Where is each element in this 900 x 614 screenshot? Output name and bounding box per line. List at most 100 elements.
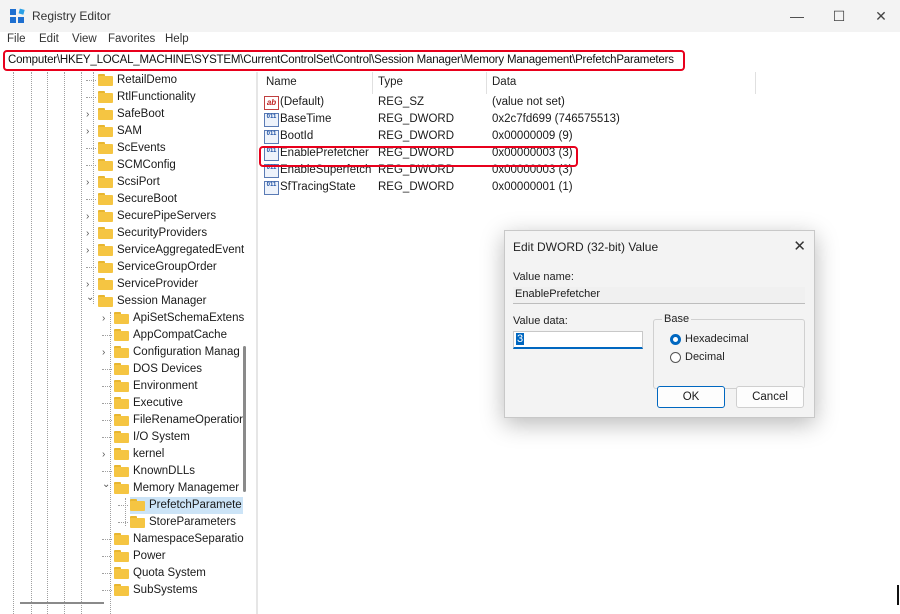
folder-icon	[98, 159, 113, 171]
tree-item-label: SAM	[117, 125, 142, 137]
tree-item[interactable]: › ServiceAggregatedEvent	[0, 242, 244, 259]
tree-item[interactable]: RtlFunctionality	[0, 89, 243, 106]
folder-icon	[114, 533, 129, 545]
cancel-button[interactable]: Cancel	[736, 386, 804, 408]
tree-item-label: Memory Managemer	[133, 482, 240, 494]
chevron-right-icon[interactable]: ›	[86, 109, 96, 120]
tree-item[interactable]: Quota System	[0, 565, 243, 582]
chevron-right-icon[interactable]: ›	[86, 177, 96, 188]
column-header-name[interactable]: Name	[266, 76, 297, 88]
tree-item[interactable]: Executive	[0, 395, 243, 412]
folder-icon	[114, 567, 129, 579]
chevron-right-icon[interactable]: ›	[86, 211, 96, 222]
column-divider[interactable]	[486, 72, 487, 94]
tree-item[interactable]: SecureBoot	[0, 191, 243, 208]
tree-item[interactable]: › Configuration Manag	[0, 344, 243, 361]
dword-value-icon: 011	[264, 113, 279, 127]
tree-connector	[102, 403, 112, 404]
folder-icon	[114, 346, 129, 358]
value-data: (value not set)	[492, 96, 565, 108]
tree-item-label: SubSystems	[133, 584, 198, 596]
value-data-input[interactable]: 3	[513, 331, 643, 349]
ok-button[interactable]: OK	[657, 386, 725, 408]
tree-connector	[102, 556, 112, 557]
chevron-right-icon[interactable]: ›	[86, 279, 96, 290]
tree-item[interactable]: ServiceGroupOrder	[0, 259, 243, 276]
chevron-down-icon[interactable]: ⌄	[86, 292, 96, 303]
chevron-right-icon[interactable]: ›	[102, 313, 112, 324]
tree-connector	[86, 267, 96, 268]
tree-vertical-scrollbar[interactable]	[243, 346, 246, 492]
chevron-right-icon[interactable]: ›	[102, 347, 112, 358]
menu-help[interactable]: Help	[165, 33, 189, 45]
tree-connector	[102, 590, 112, 591]
pane-splitter[interactable]	[256, 72, 258, 614]
registry-tree[interactable]: RetailDemo RtlFunctionality › SafeBoot › SAM S…	[0, 72, 255, 614]
column-header-data[interactable]: Data	[492, 76, 516, 88]
tree-item[interactable]: DOS Devices	[0, 361, 243, 378]
maximize-button[interactable]: ☐	[828, 6, 850, 26]
tree-connector	[102, 471, 112, 472]
tree-item[interactable]: ⌄ Session Manager	[0, 292, 243, 310]
chevron-right-icon[interactable]: ›	[86, 228, 96, 239]
tree-item[interactable]: SCMConfig	[0, 157, 243, 174]
tree-item-label: SecurePipeServers	[117, 210, 217, 222]
folder-icon	[114, 363, 129, 375]
tree-item[interactable]: › ServiceProvider	[0, 276, 243, 293]
tree-item[interactable]: RetailDemo	[0, 72, 243, 89]
tree-item[interactable]: KnownDLLs	[0, 463, 243, 480]
tree-item[interactable]: I/O System	[0, 429, 243, 446]
value-row[interactable]: 011 BootId REG_DWORD 0x00000009 (9)	[262, 128, 582, 145]
tree-item[interactable]: › kernel	[0, 446, 243, 463]
chevron-right-icon[interactable]: ›	[86, 245, 96, 256]
tree-item[interactable]: Environment	[0, 378, 243, 395]
tree-item[interactable]: ScEvents	[0, 140, 243, 157]
tree-item[interactable]: AppCompatCache	[0, 327, 243, 344]
tree-item[interactable]: › SafeBoot	[0, 106, 243, 123]
chevron-right-icon[interactable]: ›	[102, 449, 112, 460]
tree-connector	[102, 437, 112, 438]
tree-item[interactable]: › SAM	[0, 123, 243, 140]
value-row[interactable]: 011 SfTracingState REG_DWORD 0x00000001 (1)	[262, 179, 582, 196]
tree-item[interactable]: › ScsiPort	[0, 174, 243, 191]
radio-selected-icon[interactable]	[670, 334, 681, 345]
menu-view[interactable]: View	[72, 33, 97, 45]
tree-item[interactable]: FileRenameOperatior	[0, 412, 243, 429]
chevron-down-icon[interactable]: ⌄	[102, 479, 112, 490]
menu-bar: File Edit View Favorites Help	[0, 32, 900, 48]
folder-icon	[98, 244, 113, 256]
radio-unselected-icon[interactable]	[670, 352, 681, 363]
menu-edit[interactable]: Edit	[39, 33, 59, 45]
folder-icon	[114, 312, 129, 324]
tree-item[interactable]: Power	[0, 548, 243, 565]
chevron-right-icon[interactable]: ›	[86, 126, 96, 137]
address-bar[interactable]: Computer\HKEY_LOCAL_MACHINE\SYSTEM\Curre…	[3, 50, 685, 71]
folder-icon	[98, 295, 113, 307]
tree-item-label: I/O System	[133, 431, 190, 443]
title-bar: Registry Editor — ☐ ✕	[0, 0, 900, 32]
close-icon[interactable]: ✕	[793, 237, 806, 255]
tree-item[interactable]: NamespaceSeparatio	[0, 531, 244, 548]
tree-item[interactable]: PrefetchParamete	[118, 497, 243, 514]
tree-horizontal-scrollbar[interactable]	[20, 602, 104, 604]
column-divider[interactable]	[372, 72, 373, 94]
tree-item[interactable]: SubSystems	[0, 582, 243, 599]
value-row[interactable]: ab (Default) REG_SZ (value not set)	[262, 94, 582, 111]
close-window-button[interactable]: ✕	[870, 6, 892, 26]
tree-item-label: Executive	[133, 397, 183, 409]
folder-icon	[130, 499, 145, 511]
tree-item[interactable]: › SecurityProviders	[0, 225, 243, 242]
tree-item[interactable]: › ApiSetSchemaExtens	[0, 310, 244, 327]
minimize-button[interactable]: —	[786, 6, 808, 26]
column-divider[interactable]	[755, 72, 756, 94]
tree-connector	[118, 505, 128, 506]
column-header-type[interactable]: Type	[378, 76, 403, 88]
tree-connector	[86, 165, 96, 166]
value-row[interactable]: 011 BaseTime REG_DWORD 0x2c7fd699 (74657551…	[262, 111, 620, 128]
menu-favorites[interactable]: Favorites	[108, 33, 155, 45]
tree-item[interactable]: ⌄ Memory Managemer	[0, 479, 243, 497]
tree-item[interactable]: › SecurePipeServers	[0, 208, 243, 225]
value-type: REG_DWORD	[378, 113, 455, 125]
menu-file[interactable]: File	[7, 33, 26, 45]
tree-item[interactable]: StoreParameters	[0, 514, 243, 531]
